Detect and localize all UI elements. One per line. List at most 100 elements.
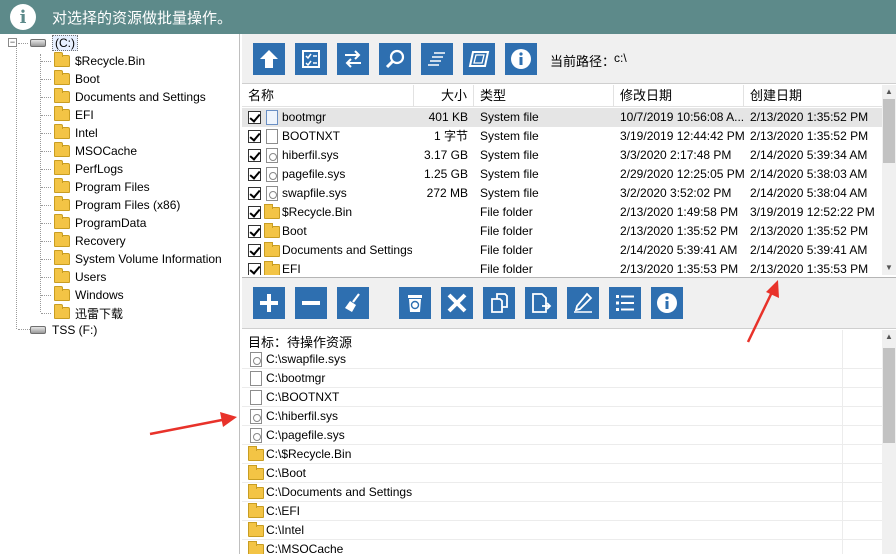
tree-folder-item[interactable]: Documents and Settings <box>54 88 206 106</box>
tree-folder-item[interactable]: MSOCache <box>54 142 137 160</box>
system-file-icon <box>250 409 262 424</box>
target-list-scrollbar[interactable]: ▲ <box>882 330 896 554</box>
filter-list-button[interactable] <box>421 43 453 75</box>
target-row[interactable]: C:\bootmgr <box>242 369 882 388</box>
info-button-2[interactable] <box>651 287 683 319</box>
row-checkbox[interactable] <box>248 187 261 200</box>
col-header-type[interactable]: 类型 <box>474 85 614 107</box>
file-row[interactable]: Documents and Settings File folder 2/14/20… <box>242 241 882 260</box>
target-list[interactable]: 目标：待操作资源 C:\swapfile.sys C:\bootmgr C:\BOO… <box>242 330 896 554</box>
cell-name: Boot <box>282 224 307 238</box>
cell-size: 1.25 GB <box>423 167 468 181</box>
tree-folder-item[interactable]: System Volume Information <box>54 250 222 268</box>
move-icon <box>532 293 552 313</box>
cell-modified: 2/29/2020 12:25:05 PM <box>620 167 744 181</box>
info-button[interactable] <box>505 43 537 75</box>
file-row[interactable]: EFI File folder 2/13/2020 1:35:53 PM 2/13/2… <box>242 260 882 275</box>
cell-created: 2/14/2020 5:38:04 AM <box>750 186 868 200</box>
folder-icon <box>264 223 280 238</box>
tree-folder-item[interactable]: 迅雷下载 <box>54 304 123 322</box>
cell-name: hiberfil.sys <box>282 148 339 162</box>
remove-button[interactable] <box>295 287 327 319</box>
tree-drive-f[interactable]: TSS (F:) <box>30 321 97 339</box>
cell-type: System file <box>480 129 539 143</box>
cell-size: 1 字节 <box>433 129 468 143</box>
cell-modified: 10/7/2019 10:56:08 A... <box>620 110 744 124</box>
target-row[interactable]: C:\MSOCache <box>242 540 882 554</box>
select-button[interactable] <box>295 43 327 75</box>
add-button[interactable] <box>253 287 285 319</box>
scroll-up-arrow[interactable]: ▲ <box>882 330 896 344</box>
tree-folder-item[interactable]: $Recycle.Bin <box>54 52 145 70</box>
col-header-name[interactable]: 名称 <box>242 85 414 107</box>
folder-icon <box>248 522 264 537</box>
target-row[interactable]: C:\swapfile.sys <box>242 350 882 369</box>
row-checkbox[interactable] <box>248 225 261 238</box>
file-list-scrollbar[interactable]: ▲ ▼ <box>882 85 896 275</box>
tree-folder-item[interactable]: EFI <box>54 106 94 124</box>
target-row[interactable]: C:\hiberfil.sys <box>242 407 882 426</box>
file-row[interactable]: $Recycle.Bin File folder 2/13/2020 1:49:58… <box>242 203 882 222</box>
clear-button[interactable] <box>337 287 369 319</box>
scroll-down-arrow[interactable]: ▼ <box>882 261 896 275</box>
row-checkbox[interactable] <box>248 130 261 143</box>
tree-folder-item[interactable]: Program Files <box>54 178 150 196</box>
row-checkbox[interactable] <box>248 206 261 219</box>
file-row[interactable]: swapfile.sys 272 MB System file 3/2/2020 3:… <box>242 184 882 203</box>
file-row[interactable]: bootmgr 401 KB System file 10/7/2019 10:56:… <box>242 108 882 127</box>
row-checkbox[interactable] <box>248 111 261 124</box>
col-header-modified[interactable]: 修改日期 <box>614 85 744 107</box>
folder-icon <box>248 503 264 518</box>
swap-button[interactable] <box>337 43 369 75</box>
go-up-button[interactable] <box>253 43 285 75</box>
target-row[interactable]: C:\BOOTNXT <box>242 388 882 407</box>
tree-folder-item[interactable]: ProgramData <box>54 214 146 232</box>
tree-folder-item[interactable]: Recovery <box>54 232 126 250</box>
tree-folder-item[interactable]: Windows <box>54 286 124 304</box>
tree-folder-item[interactable]: Boot <box>54 70 100 88</box>
folder-icon <box>54 88 70 103</box>
folder-tree-panel[interactable]: − (C:) $Recycle.Bin Boot Documents and Set… <box>0 34 240 554</box>
info-icon <box>657 293 677 313</box>
rename-button[interactable] <box>567 287 599 319</box>
col-header-created[interactable]: 创建日期 <box>744 85 882 107</box>
tree-folder-item[interactable]: Program Files (x86) <box>54 196 180 214</box>
col-header-size[interactable]: 大小 <box>414 85 474 107</box>
move-button[interactable] <box>525 287 557 319</box>
file-row[interactable]: Boot File folder 2/13/2020 1:35:52 PM 2/13/… <box>242 222 882 241</box>
browse-toolbar: 当前路径： c:\ <box>242 34 896 84</box>
target-row[interactable]: C:\pagefile.sys <box>242 426 882 445</box>
tree-folder-item[interactable]: PerfLogs <box>54 160 123 178</box>
target-row[interactable]: C:\Intel <box>242 521 882 540</box>
recycle-button[interactable] <box>399 287 431 319</box>
file-row[interactable]: pagefile.sys 1.25 GB System file 2/29/2020 … <box>242 165 882 184</box>
tree-folder-item[interactable]: Intel <box>54 124 98 142</box>
target-row[interactable]: C:\Boot <box>242 464 882 483</box>
tree-drive-c[interactable]: (C:) <box>30 34 78 52</box>
target-row[interactable]: C:\Documents and Settings <box>242 483 882 502</box>
file-row[interactable]: hiberfil.sys 3.17 GB System file 3/3/2020 2… <box>242 146 882 165</box>
collapse-toggle[interactable]: − <box>8 38 17 47</box>
search-button[interactable] <box>379 43 411 75</box>
row-checkbox[interactable] <box>248 244 261 257</box>
row-checkbox[interactable] <box>248 263 261 275</box>
folder-icon <box>54 214 70 229</box>
copy-button[interactable] <box>483 287 515 319</box>
scroll-thumb[interactable] <box>883 99 895 163</box>
target-path: C:\swapfile.sys <box>266 352 347 366</box>
row-checkbox[interactable] <box>248 168 261 181</box>
frame-button[interactable] <box>463 43 495 75</box>
cell-type: File folder <box>480 205 533 219</box>
delete-button[interactable] <box>441 287 473 319</box>
target-row[interactable]: C:\EFI <box>242 502 882 521</box>
file-row[interactable]: BOOTNXT 1 字节 System file 3/19/2019 12:44:42… <box>242 127 882 146</box>
tree-folder-item[interactable]: Users <box>54 268 106 286</box>
scroll-up-arrow[interactable]: ▲ <box>882 85 896 99</box>
row-checkbox[interactable] <box>248 149 261 162</box>
folder-icon <box>54 178 70 193</box>
file-list-table[interactable]: 名称 大小 类型 修改日期 创建日期 bootmgr 401 KB System f… <box>242 85 896 275</box>
target-row[interactable]: C:\$Recycle.Bin <box>242 445 882 464</box>
list-button[interactable] <box>609 287 641 319</box>
folder-icon <box>54 304 70 319</box>
scroll-thumb[interactable] <box>883 348 895 443</box>
